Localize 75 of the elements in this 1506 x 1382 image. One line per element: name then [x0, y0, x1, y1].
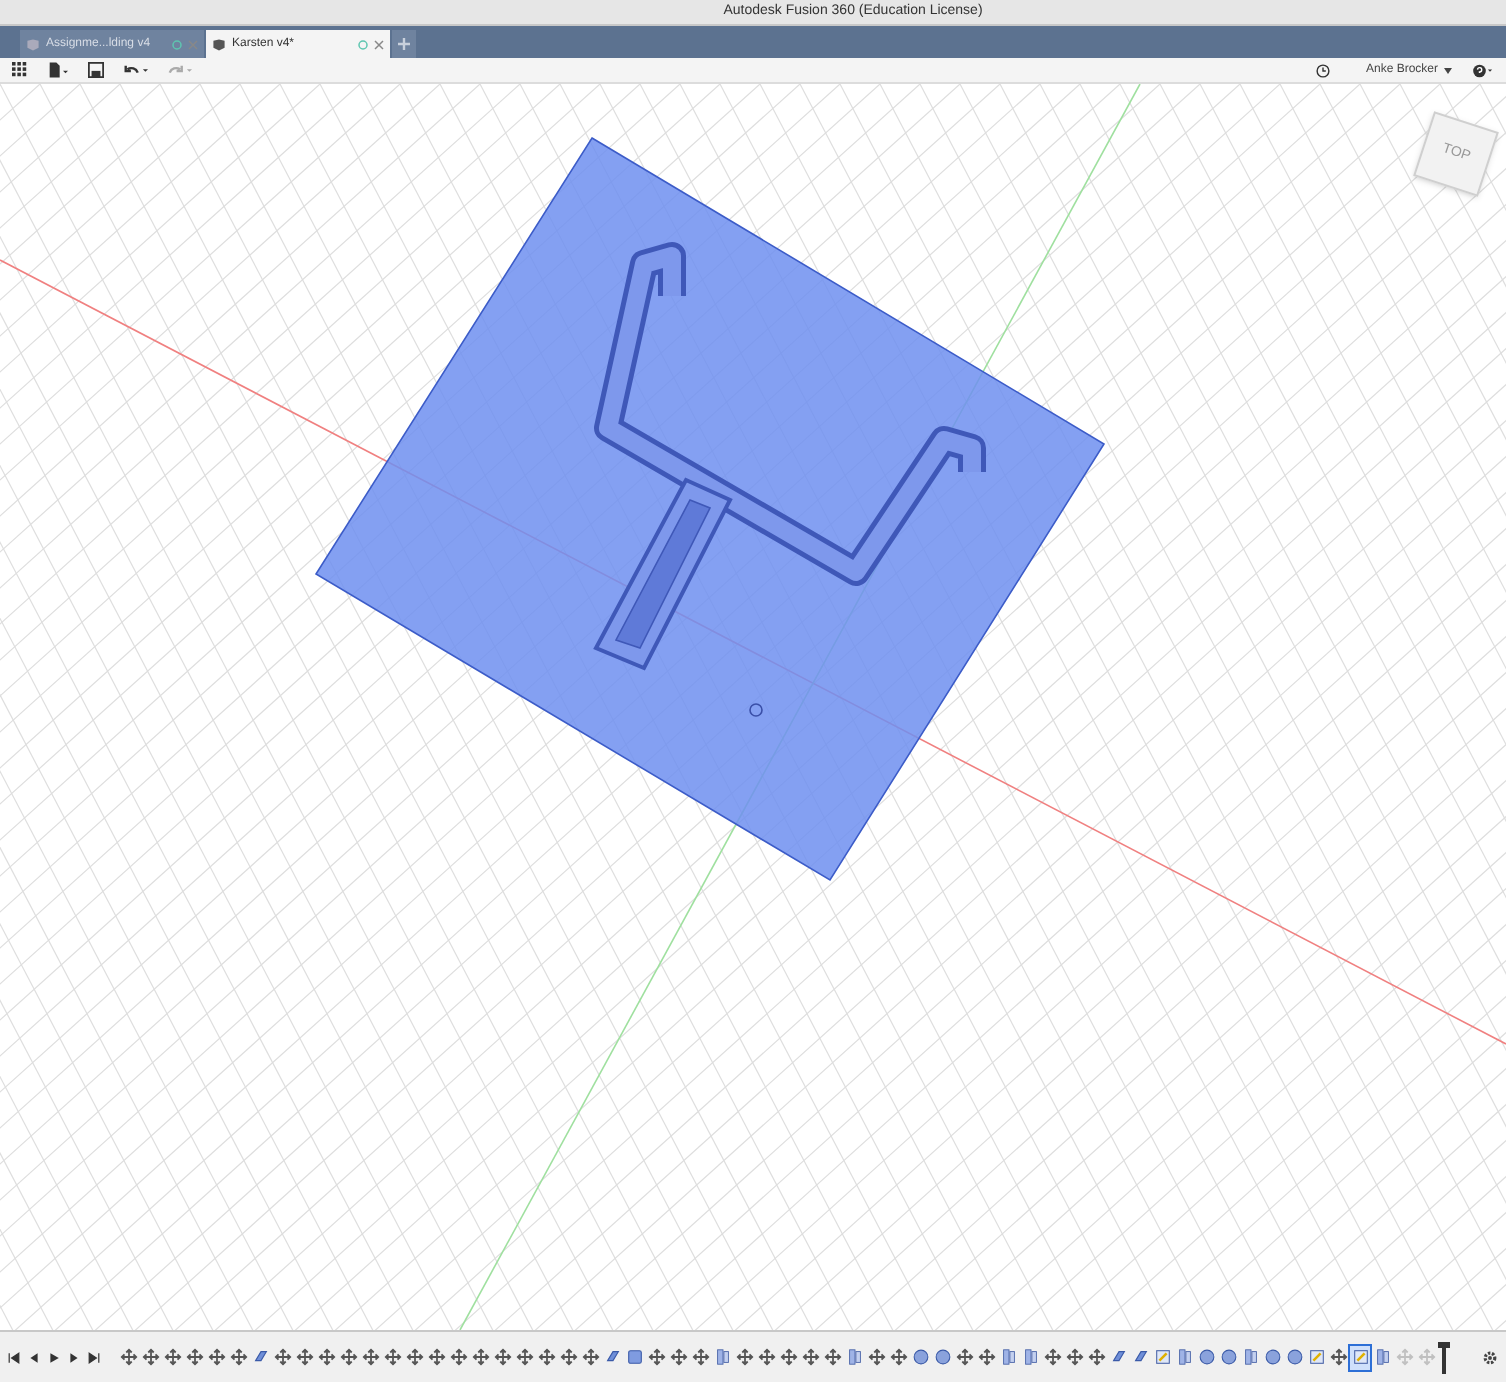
timeline-feature-icon[interactable] — [1372, 1345, 1392, 1369]
timeline-feature-icon[interactable] — [1042, 1345, 1062, 1369]
timeline-feature-icon[interactable] — [140, 1345, 160, 1369]
help-icon[interactable] — [1472, 63, 1494, 77]
cloud-status-icon — [358, 39, 368, 49]
timeline-feature-icon[interactable] — [866, 1345, 886, 1369]
timeline-feature-icon[interactable] — [734, 1345, 754, 1369]
clock-icon[interactable] — [1315, 63, 1330, 77]
timeline-feature-icon[interactable] — [954, 1345, 974, 1369]
timeline-feature-icon[interactable] — [800, 1345, 820, 1369]
timeline-feature-icon[interactable] — [492, 1345, 512, 1369]
timeline-feature-icon[interactable] — [360, 1345, 380, 1369]
document-icon — [26, 37, 40, 51]
timeline-feature-icon[interactable] — [448, 1345, 468, 1369]
timeline-feature-icon[interactable] — [1020, 1345, 1040, 1369]
timeline-feature-icon[interactable] — [338, 1345, 358, 1369]
settings-icon[interactable] — [1482, 1349, 1498, 1365]
timeline-feature-icon[interactable] — [382, 1345, 402, 1369]
timeline-feature-icon[interactable] — [756, 1345, 776, 1369]
timeline-feature-icon[interactable] — [888, 1345, 908, 1369]
save-icon[interactable] — [88, 62, 104, 78]
skip-end-icon[interactable] — [88, 1351, 100, 1363]
timeline-feature-icon[interactable] — [272, 1345, 292, 1369]
timeline-feature-icon[interactable] — [932, 1345, 952, 1369]
timeline-feature-icon[interactable] — [316, 1345, 336, 1369]
timeline-feature-icon[interactable] — [1086, 1345, 1106, 1369]
caret-icon — [1444, 67, 1452, 73]
timeline-feature-icon[interactable] — [426, 1345, 446, 1369]
step-back-icon[interactable] — [28, 1351, 40, 1363]
timeline-feature-icon[interactable] — [294, 1345, 314, 1369]
timeline-feature-icon[interactable] — [206, 1345, 226, 1369]
timeline-feature-icon[interactable] — [822, 1345, 842, 1369]
timeline-feature-icon[interactable] — [1284, 1345, 1304, 1369]
timeline-feature-icon[interactable] — [1262, 1345, 1282, 1369]
skip-start-icon[interactable] — [8, 1351, 20, 1363]
timeline-feature-icon[interactable] — [976, 1345, 996, 1369]
timeline-feature-icon[interactable] — [1196, 1345, 1216, 1369]
timeline-feature-icon[interactable] — [470, 1345, 490, 1369]
timeline-marker-icon[interactable] — [1438, 1341, 1450, 1373]
timeline-feature-icon[interactable] — [580, 1345, 600, 1369]
timeline-feature-icon[interactable] — [844, 1345, 864, 1369]
timeline-feature-icon[interactable] — [1152, 1345, 1172, 1369]
timeline-feature-icon[interactable] — [910, 1345, 930, 1369]
document-icon — [212, 37, 226, 51]
timeline-feature-icon[interactable] — [1218, 1345, 1238, 1369]
timeline-feature-icon[interactable] — [536, 1345, 556, 1369]
timeline-feature-icon[interactable] — [1174, 1345, 1194, 1369]
timeline-feature-icon[interactable] — [118, 1345, 138, 1369]
cloud-status-icon — [172, 39, 182, 49]
model-drawing[interactable] — [314, 136, 1106, 882]
timeline-feature-icon[interactable] — [1240, 1345, 1260, 1369]
timeline-feature-icon[interactable] — [712, 1345, 732, 1369]
timeline-feature-icon[interactable] — [228, 1345, 248, 1369]
timeline-feature-icon[interactable] — [404, 1345, 424, 1369]
timeline-feature-icon[interactable] — [184, 1345, 204, 1369]
timeline-feature-icon[interactable] — [778, 1345, 798, 1369]
undo-icon[interactable] — [124, 63, 148, 77]
timeline-feature-icon[interactable] — [690, 1345, 710, 1369]
timeline-feature-icon[interactable] — [1306, 1345, 1326, 1369]
timeline-feature-icon[interactable] — [624, 1345, 644, 1369]
timeline-feature-icon[interactable] — [1328, 1345, 1348, 1369]
plus-icon — [398, 38, 410, 50]
timeline-feature-icon[interactable] — [514, 1345, 534, 1369]
timeline-feature-icon[interactable] — [558, 1345, 578, 1369]
timeline-feature-icon[interactable] — [998, 1345, 1018, 1369]
play-icon[interactable] — [48, 1351, 60, 1363]
timeline-feature-icon[interactable] — [646, 1345, 666, 1369]
step-forward-icon[interactable] — [68, 1351, 80, 1363]
timeline-feature-icon[interactable] — [162, 1345, 182, 1369]
timeline-feature-icon[interactable] — [668, 1345, 688, 1369]
app-grid-icon[interactable] — [12, 62, 28, 78]
file-menu-icon[interactable] — [48, 62, 68, 78]
close-icon[interactable] — [374, 39, 384, 49]
timeline-feature-icon[interactable] — [1064, 1345, 1084, 1369]
timeline-feature-icon[interactable] — [1350, 1345, 1370, 1369]
